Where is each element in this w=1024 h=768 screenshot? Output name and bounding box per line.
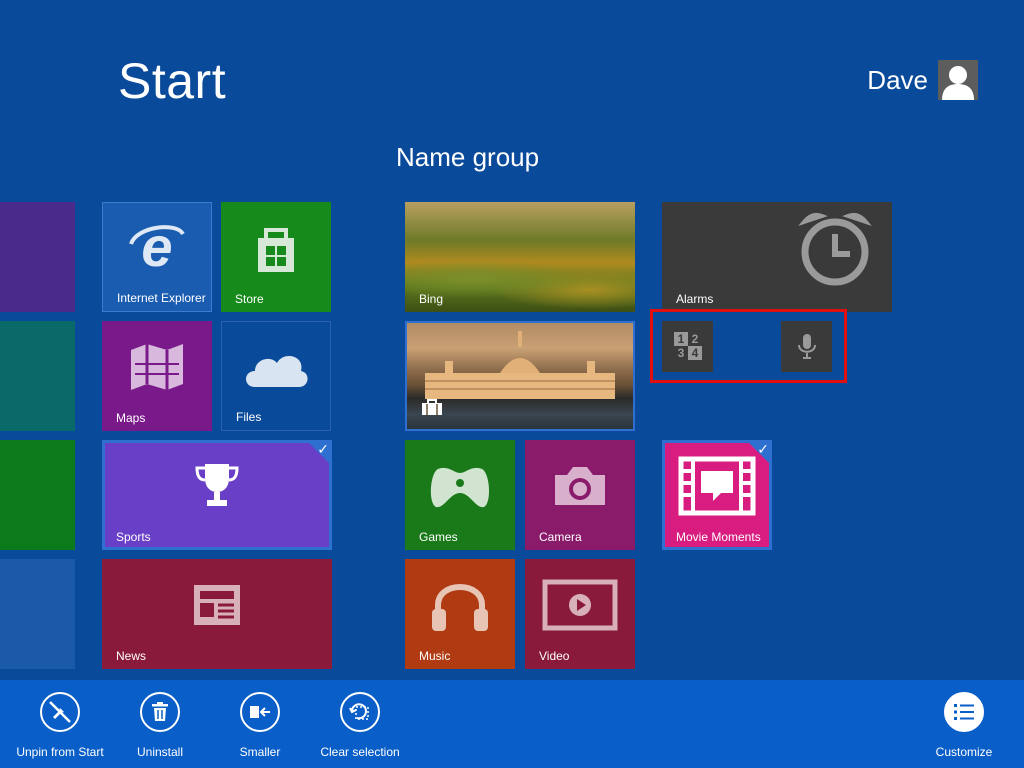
tile-label: Sports — [116, 530, 151, 544]
tile-label: Music — [419, 649, 451, 663]
tile-label: News — [116, 649, 147, 663]
maps-tile[interactable]: Maps — [102, 321, 212, 431]
suitcase-icon — [421, 398, 443, 421]
tile-label: Video — [539, 649, 570, 663]
video-tile[interactable]: Video — [525, 559, 635, 669]
highlight-rectangle — [650, 309, 847, 383]
camera-tile[interactable]: Camera — [525, 440, 635, 550]
checkmark-icon: ✓ — [317, 441, 329, 457]
game-controller-icon — [405, 440, 515, 532]
user-account[interactable]: Dave — [867, 60, 978, 100]
partial-tile-4[interactable] — [0, 559, 75, 669]
camera-icon — [525, 440, 635, 532]
avatar — [938, 60, 978, 100]
store-tile[interactable]: Store — [221, 202, 331, 312]
smaller-button[interactable]: Smaller — [205, 692, 315, 759]
button-label: Smaller — [239, 745, 281, 759]
user-silhouette-icon — [942, 66, 974, 100]
map-icon — [102, 321, 212, 413]
resize-smaller-icon — [240, 692, 280, 732]
unpin-icon — [40, 692, 80, 732]
tile-label: Games — [419, 530, 458, 544]
tile-label: Files — [236, 410, 262, 424]
movie-moments-tile[interactable]: ✓ Movie Moments — [662, 440, 772, 550]
alarms-tile[interactable]: Alarms — [662, 202, 892, 312]
newspaper-icon — [102, 559, 332, 651]
group-name-input[interactable]: Name group — [396, 142, 539, 173]
button-label: Unpin from Start — [16, 745, 104, 759]
video-player-icon — [525, 559, 635, 651]
unpin-from-start-button[interactable]: Unpin from Start — [5, 692, 115, 759]
customize-list-icon — [944, 692, 984, 732]
button-label: Customize — [935, 745, 993, 759]
partial-tile-3[interactable] — [0, 440, 75, 550]
trash-icon — [140, 692, 180, 732]
button-label: Uninstall — [136, 745, 184, 759]
tile-label: Movie Moments — [676, 530, 761, 544]
games-tile[interactable]: Games — [405, 440, 515, 550]
page-title: Start — [118, 53, 227, 109]
sports-tile[interactable]: ✓ Sports — [102, 440, 332, 550]
internet-explorer-tile[interactable]: e Internet Explorer — [102, 202, 212, 312]
tile-label: Alarms — [676, 292, 714, 306]
partial-tile-2[interactable] — [0, 321, 75, 431]
user-name: Dave — [867, 64, 928, 95]
store-bag-icon — [221, 202, 331, 294]
partial-tile-1[interactable] — [0, 202, 75, 312]
tile-label: Bing — [419, 292, 444, 306]
alarm-clock-icon — [777, 202, 892, 294]
app-bar: Unpin from Start Uninstall Smaller Clear… — [0, 680, 1024, 768]
tile-label: Internet Explorer — [117, 291, 206, 305]
tile-label: Maps — [116, 411, 146, 425]
cloud-icon — [222, 322, 330, 412]
clear-selection-button[interactable]: Clear selection — [305, 692, 415, 759]
clear-selection-icon — [340, 692, 380, 732]
tile-label: Camera — [539, 530, 582, 544]
button-label: Clear selection — [320, 745, 400, 759]
headphones-icon — [405, 559, 515, 651]
tile-label: Store — [235, 292, 264, 306]
files-tile[interactable]: Files — [221, 321, 331, 431]
internet-explorer-icon: e — [103, 203, 211, 293]
news-tile[interactable]: News — [102, 559, 332, 669]
travel-tile[interactable] — [405, 321, 635, 431]
trophy-icon — [102, 440, 332, 532]
checkmark-icon: ✓ — [757, 441, 769, 457]
customize-button[interactable]: Customize — [909, 692, 1019, 759]
uninstall-button[interactable]: Uninstall — [105, 692, 215, 759]
bing-tile[interactable]: Bing — [405, 202, 635, 312]
music-tile[interactable]: Music — [405, 559, 515, 669]
